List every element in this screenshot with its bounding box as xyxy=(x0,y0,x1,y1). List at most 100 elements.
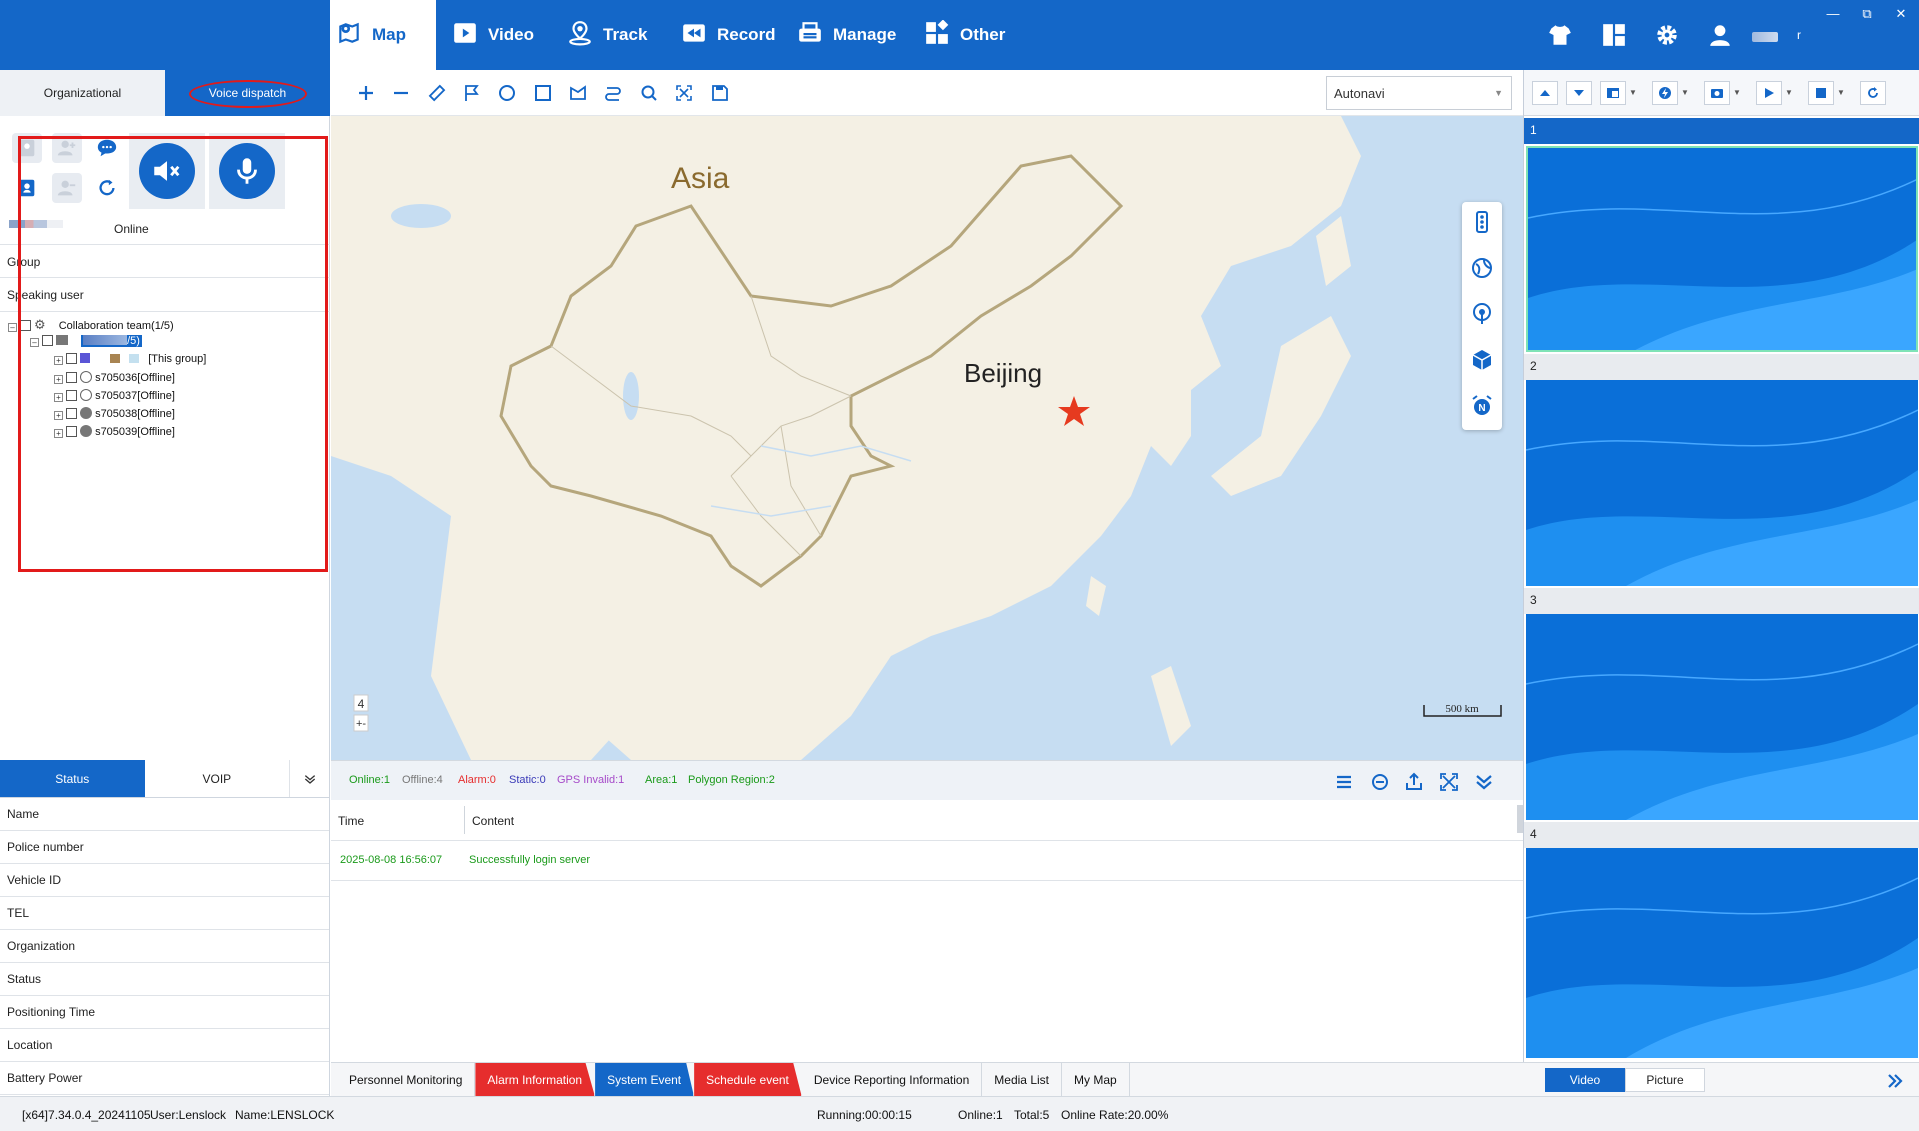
column-content[interactable]: Content xyxy=(472,814,514,828)
tab-alarm-information[interactable]: Alarm Information xyxy=(475,1063,596,1097)
zoom-out-icon[interactable] xyxy=(391,83,411,103)
user-icon[interactable] xyxy=(1707,22,1733,48)
collapse-icon[interactable]: – xyxy=(8,323,17,332)
street-view-icon[interactable] xyxy=(1470,302,1494,326)
collapse-down-icon[interactable] xyxy=(1473,771,1495,793)
tab-track[interactable]: Track xyxy=(567,0,647,70)
chevron-down-icon[interactable] xyxy=(289,760,329,797)
restore-icon[interactable]: ⧉ xyxy=(1857,4,1877,24)
dropdown-arrow-icon[interactable]: ▼ xyxy=(1733,88,1741,97)
expand-icon[interactable]: + xyxy=(54,429,63,438)
refresh-icon[interactable] xyxy=(1860,81,1886,105)
triangle-down-icon[interactable] xyxy=(1566,81,1592,105)
route-icon[interactable] xyxy=(603,83,623,103)
tab-organizational[interactable]: Organizational xyxy=(0,70,165,116)
expand-icon[interactable]: + xyxy=(54,393,63,402)
tree-device-item[interactable]: + s705037[Offline] xyxy=(54,389,175,402)
ruler-icon[interactable] xyxy=(427,83,447,103)
video-channel-screen[interactable] xyxy=(1526,380,1918,586)
stat-area[interactable]: Area:1 xyxy=(645,774,677,786)
settings-ring-icon[interactable] xyxy=(1369,771,1391,793)
minimize-icon[interactable]: — xyxy=(1823,4,1843,24)
dropdown-arrow-icon[interactable]: ▼ xyxy=(1629,88,1637,97)
zoom-in-icon[interactable] xyxy=(356,83,376,103)
stat-static[interactable]: Static:0 xyxy=(509,774,546,786)
tree-checkbox[interactable] xyxy=(42,335,53,346)
map-provider-select[interactable]: Autonavi ▼ xyxy=(1326,76,1512,110)
video-channel-screen[interactable] xyxy=(1526,614,1918,820)
dropdown-arrow-icon[interactable]: ▼ xyxy=(1837,88,1845,97)
tree-node-root[interactable]: – ⚙ Collaboration team(1/5) xyxy=(8,317,174,333)
rectangle-draw-icon[interactable] xyxy=(533,83,553,103)
tree-checkbox[interactable] xyxy=(66,390,77,401)
tab-device-reporting-information[interactable]: Device Reporting Information xyxy=(802,1063,983,1097)
tab-manage[interactable]: Manage xyxy=(797,0,896,70)
tab-picture-mode[interactable]: Picture xyxy=(1625,1068,1705,1092)
add-user-icon[interactable] xyxy=(52,133,82,163)
stat-alarm[interactable]: Alarm:0 xyxy=(458,774,496,786)
tree-checkbox[interactable] xyxy=(66,353,77,364)
tab-record[interactable]: Record xyxy=(681,0,776,70)
camera-icon[interactable] xyxy=(1704,81,1730,105)
member-card-icon[interactable] xyxy=(12,173,42,203)
tab-video-mode[interactable]: Video xyxy=(1545,1068,1625,1092)
tree-device-item[interactable]: + s705036[Offline] xyxy=(54,371,175,384)
polygon-draw-icon[interactable] xyxy=(568,83,588,103)
contact-card-icon[interactable] xyxy=(12,133,42,163)
tree-checkbox[interactable] xyxy=(66,408,77,419)
tree-device-item[interactable]: + s705038[Offline] xyxy=(54,407,175,420)
search-icon[interactable] xyxy=(639,83,659,103)
tab-personnel-monitoring[interactable]: Personnel Monitoring xyxy=(337,1063,476,1097)
table-row[interactable]: 2025-08-08 16:56:07 Successfully login s… xyxy=(331,841,1523,881)
dropdown-arrow-icon[interactable]: ▼ xyxy=(1785,88,1793,97)
column-time[interactable]: Time xyxy=(338,814,364,828)
tree-checkbox[interactable] xyxy=(20,320,31,331)
video-channel-header[interactable]: 1 xyxy=(1524,118,1919,144)
tab-system-event[interactable]: System Event xyxy=(595,1063,695,1097)
expand-icon[interactable]: + xyxy=(54,411,63,420)
tab-other[interactable]: Other xyxy=(924,0,1005,70)
collapse-icon[interactable]: – xyxy=(30,338,39,347)
video-channel-header[interactable]: 2 xyxy=(1524,354,1919,380)
refresh-icon[interactable] xyxy=(92,173,122,203)
satellite-icon[interactable] xyxy=(1470,256,1494,280)
map-canvas[interactable]: Asia Beijing 500 km 4 +- xyxy=(331,116,1523,760)
video-channel-screen[interactable] xyxy=(1526,146,1918,352)
shirt-icon[interactable] xyxy=(1547,22,1573,48)
dropdown-arrow-icon[interactable]: ▼ xyxy=(1681,88,1689,97)
stat-online[interactable]: Online:1 xyxy=(349,774,390,786)
gear-icon[interactable] xyxy=(1654,22,1680,48)
video-channel-header[interactable]: 3 xyxy=(1524,588,1919,614)
export-icon[interactable] xyxy=(1403,771,1425,793)
layout-icon[interactable] xyxy=(1601,22,1627,48)
alarm-clock-icon[interactable]: N xyxy=(1470,394,1494,418)
stat-gps-invalid[interactable]: GPS Invalid:1 xyxy=(557,774,624,786)
expand-icon[interactable]: + xyxy=(54,375,63,384)
stat-offline[interactable]: Offline:4 xyxy=(402,774,443,786)
tree-node-subgroup[interactable]: – /5) xyxy=(30,335,142,347)
cube-3d-icon[interactable] xyxy=(1470,348,1494,372)
tab-schedule-event[interactable]: Schedule event xyxy=(694,1063,802,1097)
tab-status[interactable]: Status xyxy=(0,760,145,797)
play-icon[interactable] xyxy=(1756,81,1782,105)
layout-split-icon[interactable] xyxy=(1600,81,1626,105)
flag-icon[interactable] xyxy=(462,83,482,103)
expand-arrows-icon[interactable] xyxy=(1438,771,1460,793)
message-icon[interactable] xyxy=(92,133,122,163)
circle-draw-icon[interactable] xyxy=(497,83,517,103)
mute-speaker-button[interactable] xyxy=(129,133,205,209)
microphone-button[interactable] xyxy=(209,133,285,209)
close-icon[interactable]: ✕ xyxy=(1891,4,1911,24)
save-icon[interactable] xyxy=(710,83,730,103)
expand-icon[interactable]: + xyxy=(54,356,63,365)
list-filter-icon[interactable] xyxy=(1333,771,1355,793)
video-channel-header[interactable]: 4 xyxy=(1524,822,1919,848)
fullscreen-icon[interactable] xyxy=(674,83,694,103)
stat-polygon-region[interactable]: Polygon Region:2 xyxy=(688,774,775,786)
lightning-icon[interactable] xyxy=(1652,81,1678,105)
remove-user-icon[interactable] xyxy=(52,173,82,203)
traffic-light-icon[interactable] xyxy=(1470,210,1494,234)
tab-media-list[interactable]: Media List xyxy=(982,1063,1062,1097)
stop-icon[interactable] xyxy=(1808,81,1834,105)
tree-device-item[interactable]: + s705039[Offline] xyxy=(54,425,175,438)
